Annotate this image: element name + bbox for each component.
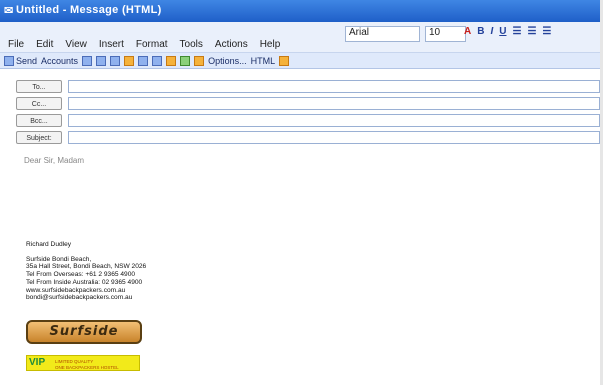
vip-logo: VIP LIMITED QUALITY ONE BACKPACKERS HOST… [26, 355, 140, 371]
align-center-icon[interactable]: ☰ [527, 26, 536, 40]
attach-icon[interactable] [124, 55, 135, 66]
vip-line-1: LIMITED QUALITY [55, 359, 94, 364]
font-color-icon[interactable]: A [464, 26, 471, 40]
check-names-icon[interactable] [152, 55, 163, 66]
menu-edit[interactable]: Edit [36, 39, 53, 50]
cc-field[interactable] [68, 97, 600, 110]
cc-button[interactable]: Cc... [16, 97, 62, 110]
signature-name: Richard Dudley [26, 241, 72, 248]
formatting-toolbar: A B I U ☰ ☰ ☰ [464, 26, 551, 40]
align-right-icon[interactable]: ☰ [542, 26, 551, 40]
menu-file[interactable]: File [8, 39, 24, 50]
format-button[interactable]: HTML [251, 56, 276, 66]
flag-icon[interactable] [180, 55, 191, 66]
bcc-field[interactable] [68, 114, 600, 127]
surfside-logo: Surfside [26, 320, 142, 344]
address-book-icon[interactable] [138, 55, 149, 66]
signature-icon[interactable] [194, 55, 205, 66]
menu-view[interactable]: View [65, 39, 87, 50]
window-title: Untitled - Message (HTML) [16, 4, 162, 16]
message-window: ✉ Untitled - Message (HTML) File Edit Vi… [0, 0, 603, 385]
menu-insert[interactable]: Insert [99, 39, 124, 50]
menu-bar: File Edit View Insert Format Tools Actio… [0, 22, 600, 53]
send-icon [4, 55, 14, 66]
signature-email[interactable]: bondi@surfsidebackpackers.com.au [26, 294, 146, 302]
vip-line-2: ONE BACKPACKERS HOSTEL [55, 365, 119, 370]
standard-toolbar: Send Accounts Options... HTML [0, 53, 600, 69]
underline-icon[interactable]: U [499, 26, 506, 40]
accounts-button[interactable]: Accounts [41, 56, 78, 66]
bold-icon[interactable]: B [477, 26, 484, 40]
address-block: To... Cc... Bcc... Subject: [16, 80, 600, 150]
signature-block: Richard Dudley Surfside Bondi Beach, 35a… [26, 241, 146, 302]
options-button[interactable]: Options... [208, 56, 247, 66]
greeting-text: Dear Sir, Madam [24, 156, 85, 165]
cc-row: Cc... [16, 97, 600, 111]
cut-icon[interactable] [110, 55, 121, 66]
align-left-icon[interactable]: ☰ [512, 26, 521, 40]
vip-mark: VIP [29, 357, 46, 368]
subject-row: Subject: [16, 131, 600, 145]
save-icon[interactable] [82, 55, 93, 66]
italic-icon[interactable]: I [490, 26, 493, 40]
send-button[interactable]: Send [4, 55, 37, 66]
signature-tel-inside: Tel From Inside Australia: 02 9365 4900 [26, 278, 143, 286]
title-bar: ✉ Untitled - Message (HTML) [0, 0, 600, 22]
signature-address: 35a Hall Street, Bondi Beach, NSW 2026 [26, 263, 147, 271]
to-field[interactable] [68, 80, 600, 93]
envelope-icon: ✉ [4, 5, 14, 17]
font-name-select[interactable]: Arial [345, 26, 420, 42]
help-icon[interactable] [279, 55, 290, 66]
importance-icon[interactable] [166, 55, 177, 66]
menu-actions[interactable]: Actions [215, 39, 248, 50]
signature-tel-overseas: Tel From Overseas: +61 2 9365 4900 [26, 271, 136, 279]
bcc-button[interactable]: Bcc... [16, 114, 62, 127]
subject-field[interactable] [68, 131, 600, 144]
signature-business: Surfside Bondi Beach, [26, 255, 92, 263]
menu-tools[interactable]: Tools [180, 39, 203, 50]
to-button[interactable]: To... [16, 80, 62, 93]
signature-website[interactable]: www.surfsidebackpackers.com.au [26, 287, 146, 295]
print-icon[interactable] [96, 55, 107, 66]
menu-help[interactable]: Help [260, 39, 281, 50]
subject-label: Subject: [16, 131, 62, 144]
font-size-select[interactable]: 10 [425, 26, 466, 42]
menu-format[interactable]: Format [136, 39, 168, 50]
bcc-row: Bcc... [16, 114, 600, 128]
message-body[interactable]: Dear Sir, Madam Richard Dudley Surfside … [16, 146, 600, 385]
to-row: To... [16, 80, 600, 94]
